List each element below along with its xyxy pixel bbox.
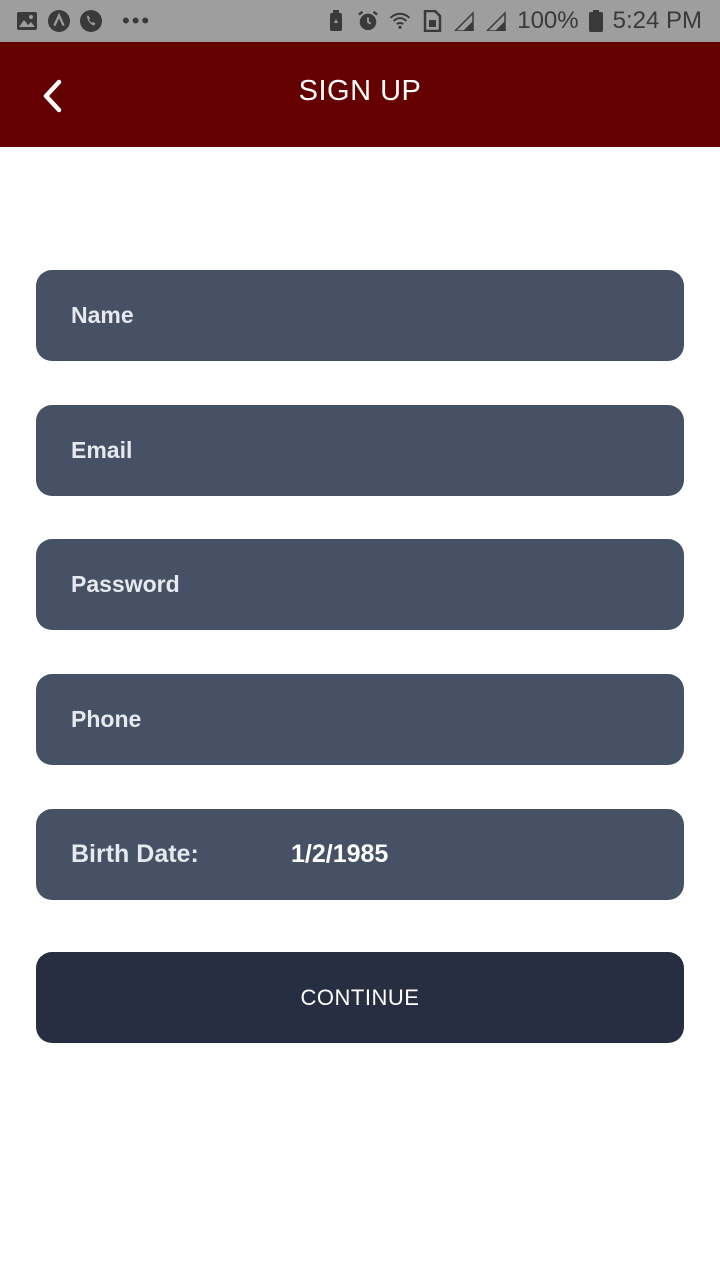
password-field[interactable]	[36, 539, 684, 630]
battery-icon	[588, 10, 603, 32]
birth-date-label: Birth Date:	[71, 840, 199, 868]
battery-percent: 100%	[517, 7, 579, 34]
status-bar: ••• 100% 5:24 PM	[0, 0, 720, 42]
phone-input[interactable]	[71, 706, 684, 733]
alarm-icon	[357, 10, 379, 32]
sim-icon	[421, 10, 443, 32]
wifi-icon	[389, 10, 411, 32]
email-field[interactable]	[36, 405, 684, 496]
continue-button[interactable]: CONTINUE	[36, 952, 684, 1043]
phone-field[interactable]	[36, 674, 684, 765]
back-button[interactable]	[34, 78, 70, 114]
birth-date-value[interactable]: 1/2/1985	[291, 840, 388, 869]
name-field[interactable]	[36, 270, 684, 361]
more-dots-icon: •••	[122, 8, 152, 33]
chevron-left-icon	[43, 79, 62, 113]
password-input[interactable]	[71, 571, 684, 598]
app-icon	[48, 10, 70, 32]
status-left: •••	[16, 8, 151, 34]
app-bar: SIGN UP	[0, 42, 720, 147]
gallery-icon	[16, 10, 38, 32]
clock: 5:24 PM	[612, 7, 702, 34]
name-input[interactable]	[71, 302, 684, 329]
page-title: SIGN UP	[298, 75, 422, 107]
email-input[interactable]	[71, 437, 684, 464]
signal-icon	[453, 10, 475, 32]
status-right: 100% 5:24 PM	[325, 7, 702, 35]
birth-date-field[interactable]: Birth Date: 1/2/1985	[36, 809, 684, 900]
phone-icon	[80, 10, 102, 32]
battery-saver-icon	[325, 10, 347, 32]
signal-icon	[485, 10, 507, 32]
